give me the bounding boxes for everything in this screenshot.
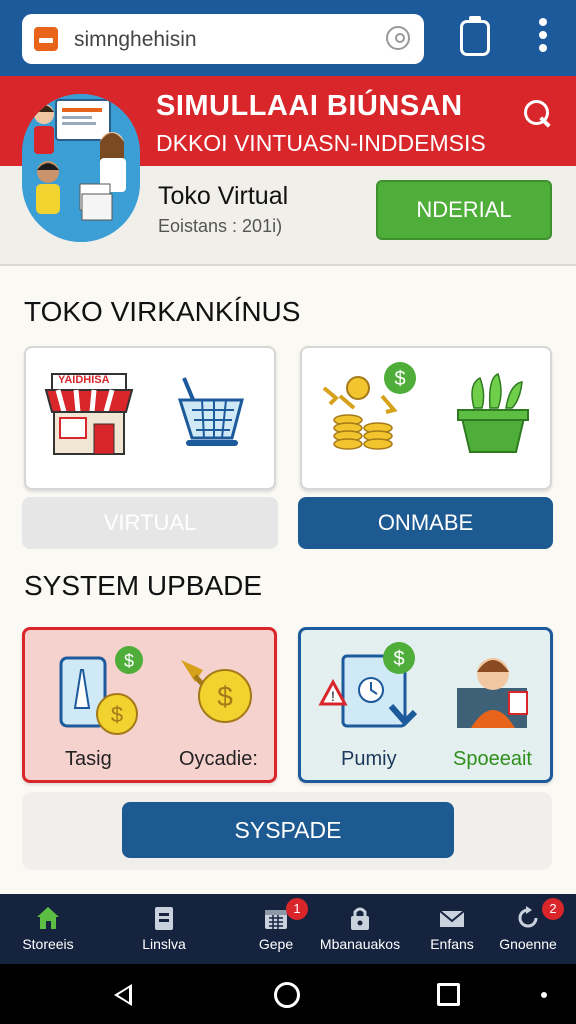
nav-label-gnoenne: Gnoenne (499, 936, 557, 952)
store-sign-text: YAIDHISA (58, 374, 110, 386)
card-label-oycadie: Oycadie: (179, 748, 258, 770)
nav-item-stores[interactable]: Storeeis (0, 894, 96, 964)
shop-people-illustration (22, 94, 140, 242)
nav-label-gepe: Gepe (258, 936, 294, 952)
search-icon[interactable] (524, 100, 552, 132)
nav-badge-gnoenne: 2 (542, 898, 564, 920)
store-meta: Eoistans : 201i) (158, 216, 283, 236)
primary-action-button[interactable]: NDERIAL (376, 180, 552, 240)
virtual-store-card[interactable]: YAIDHISA (24, 346, 276, 490)
mail-icon (439, 910, 465, 927)
svg-text:$: $ (124, 651, 134, 671)
card-label-spoeeait: Spoeeait (453, 748, 532, 770)
nav-label-mbanauakos: Mbanauakos (319, 936, 401, 952)
browser-toolbar: simnghehisin (0, 0, 576, 76)
reload-icon[interactable] (386, 26, 410, 50)
nav-item-gnoenne[interactable]: 2 Gnoenne (480, 894, 576, 964)
tab-switcher-button[interactable] (460, 16, 490, 56)
tab-online[interactable]: ONMABE (298, 497, 553, 549)
system-navigation-bar (0, 964, 576, 1024)
banner-title: SIMULLAAI BIÚNSAN (156, 90, 463, 122)
document-icon (155, 907, 173, 930)
nav-item-linslva[interactable]: Linslva (116, 894, 212, 964)
section-title-store: TOKO VIRKANKÍNUS (24, 296, 301, 327)
store-name: Toko Virtual (158, 182, 289, 210)
card-label-tasig: Tasig (65, 748, 112, 770)
overflow-menu-icon[interactable] (530, 18, 556, 58)
nav-label-linslva: Linslva (142, 936, 186, 952)
address-bar-text[interactable]: simnghehisin (74, 28, 197, 52)
banner-subtitle: DKKOI VINTUASN-INDDEMSIS (156, 130, 486, 156)
svg-text:$: $ (111, 702, 123, 727)
assistant-dot-icon[interactable] (541, 992, 547, 998)
finance-card[interactable]: $ (300, 346, 552, 490)
home-icon[interactable] (274, 982, 300, 1008)
svg-text:!: ! (331, 688, 335, 704)
nav-item-mbanauakos[interactable]: Mbanauakos (312, 894, 408, 964)
payment-option-card[interactable]: $ $ $ Tasig Oycadie: (22, 627, 277, 783)
tab-virtual[interactable]: VIRTUAL (22, 497, 278, 549)
refresh-icon (518, 906, 538, 928)
svg-text:$: $ (217, 681, 233, 712)
lock-bag-icon (351, 907, 369, 930)
svg-text:$: $ (394, 368, 405, 390)
syspade-button[interactable]: SYSPADE (122, 802, 454, 858)
site-favicon-icon (34, 27, 58, 51)
nav-item-gepe[interactable]: 1 Gepe (228, 894, 324, 964)
bottom-navigation: Storeeis Linslva 1 Gepe Mbanauakos Enfan… (0, 894, 576, 964)
recent-apps-icon[interactable] (437, 983, 460, 1006)
section-title-system: SYSTEM UPBADE (24, 570, 263, 601)
nav-label-stores: Storeeis (22, 936, 74, 952)
card-label-pumiy: Pumiy (341, 748, 397, 770)
address-bar[interactable]: simnghehisin (22, 14, 424, 64)
back-icon[interactable] (114, 984, 132, 1006)
store-icon (37, 907, 59, 929)
nav-badge-gepe: 1 (286, 898, 308, 920)
svg-text:$: $ (393, 648, 404, 670)
account-option-card[interactable]: ! $ Pumiy Spoeeait (298, 627, 553, 783)
